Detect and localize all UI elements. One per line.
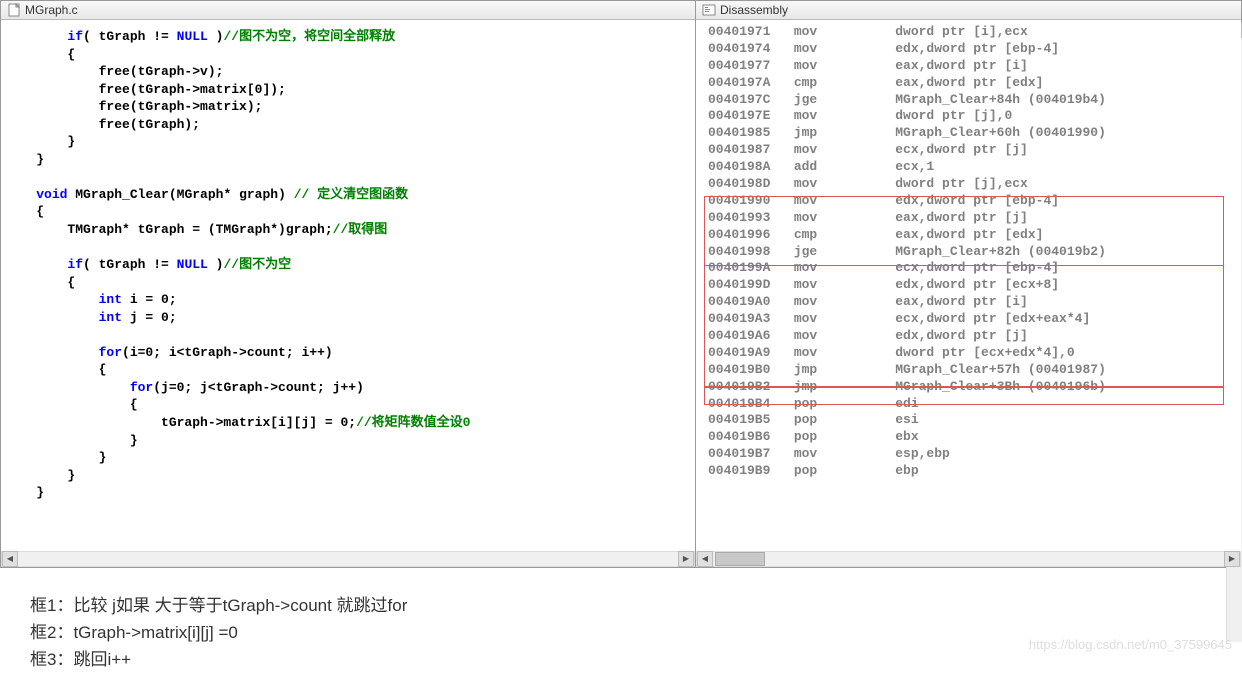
disasm-line: 0040198D mov dword ptr [j],ecx [708, 176, 1229, 193]
code-line: } [5, 484, 691, 502]
scroll-right-icon[interactable]: ▶ [678, 551, 694, 567]
disasm-line: 004019A3 mov ecx,dword ptr [edx+eax*4] [708, 311, 1229, 328]
code-line: { [5, 274, 691, 292]
source-code-area[interactable]: if( tGraph != NULL )//图不为空，将空间全部释放 { fre… [1, 20, 695, 551]
code-line: } [5, 449, 691, 467]
code-line: } [5, 151, 691, 169]
scroll-left-icon[interactable]: ◀ [2, 551, 18, 567]
disasm-line: 004019B7 mov esp,ebp [708, 446, 1229, 463]
code-line: free(tGraph); [5, 116, 691, 134]
code-line: { [5, 361, 691, 379]
code-line: tGraph->matrix[i][j] = 0;//将矩阵数值全设0 [5, 414, 691, 432]
code-line: { [5, 396, 691, 414]
code-line: { [5, 46, 691, 64]
disasm-line: 00401974 mov edx,dword ptr [ebp-4] [708, 41, 1229, 58]
c-file-icon [7, 3, 21, 17]
horizontal-scrollbar-right[interactable]: ◀ ▶ [696, 551, 1241, 567]
code-line: free(tGraph->matrix); [5, 98, 691, 116]
disasm-line: 00401996 cmp eax,dword ptr [edx] [708, 227, 1229, 244]
disasm-line: 00401993 mov eax,dword ptr [j] [708, 210, 1229, 227]
disasm-line: 0040197E mov dword ptr [j],0 [708, 108, 1229, 125]
disasm-line: 00401990 mov edx,dword ptr [ebp-4] [708, 193, 1229, 210]
code-line: free(tGraph->matrix[0]); [5, 81, 691, 99]
code-line: if( tGraph != NULL )//图不为空，将空间全部释放 [5, 28, 691, 46]
code-line [5, 326, 691, 344]
scrollbar-thumb[interactable] [715, 552, 765, 566]
source-panel-title: MGraph.c [25, 3, 78, 17]
code-line: } [5, 133, 691, 151]
code-line: int j = 0; [5, 309, 691, 327]
disasm-line: 0040198A add ecx,1 [708, 159, 1229, 176]
code-line: { [5, 203, 691, 221]
code-line: void MGraph_Clear(MGraph* graph) // 定义清空… [5, 186, 691, 204]
source-panel-header: MGraph.c [1, 1, 695, 20]
disasm-line: 0040197C jge MGraph_Clear+84h (004019b4) [708, 92, 1229, 109]
scroll-right-icon[interactable]: ▶ [1224, 551, 1240, 567]
disassembly-area[interactable]: 00401971 mov dword ptr [i],ecx00401974 m… [696, 20, 1241, 551]
disasm-line: 00401998 jge MGraph_Clear+82h (004019b2) [708, 244, 1229, 261]
code-line: } [5, 467, 691, 485]
annotation-text: 框1：比较 j如果 大于等于tGraph->count 就跳过for 框2：tG… [0, 574, 1242, 674]
disasm-line: 0040197A cmp eax,dword ptr [edx] [708, 75, 1229, 92]
horizontal-scrollbar[interactable]: ◀ ▶ [1, 551, 695, 567]
disasm-line: 00401977 mov eax,dword ptr [i] [708, 58, 1229, 75]
code-line: if( tGraph != NULL )//图不为空 [5, 256, 691, 274]
disasm-line: 004019A0 mov eax,dword ptr [i] [708, 294, 1229, 311]
code-line: for(j=0; j<tGraph->count; j++) [5, 379, 691, 397]
code-line: for(i=0; i<tGraph->count; i++) [5, 344, 691, 362]
disasm-line: 004019B5 pop esi [708, 412, 1229, 429]
disassembly-icon [702, 3, 716, 17]
disasm-line: 0040199A mov ecx,dword ptr [ebp-4] [708, 260, 1229, 277]
disasm-line: 004019B4 pop edi [708, 396, 1229, 413]
watermark-text: https://blog.csdn.net/m0_37599645 [1029, 637, 1232, 652]
code-line: int i = 0; [5, 291, 691, 309]
disasm-line: 004019B0 jmp MGraph_Clear+57h (00401987) [708, 362, 1229, 379]
source-panel: MGraph.c if( tGraph != NULL )//图不为空，将空间全… [1, 1, 696, 567]
code-line: free(tGraph->v); [5, 63, 691, 81]
disasm-line: 004019A9 mov dword ptr [ecx+edx*4],0 [708, 345, 1229, 362]
disasm-line: 0040199D mov edx,dword ptr [ecx+8] [708, 277, 1229, 294]
disasm-line: 004019A6 mov edx,dword ptr [j] [708, 328, 1229, 345]
code-line [5, 239, 691, 257]
disassembly-panel: Disassembly 00401971 mov dword ptr [i],e… [696, 1, 1241, 567]
disasm-line: 004019B2 jmp MGraph_Clear+3Bh (0040196b) [708, 379, 1229, 396]
disassembly-panel-header: Disassembly [696, 1, 1241, 20]
disassembly-panel-title: Disassembly [720, 3, 788, 17]
annotation-line: 框1：比较 j如果 大于等于tGraph->count 就跳过for [30, 592, 1212, 619]
disasm-line: 00401987 mov ecx,dword ptr [j] [708, 142, 1229, 159]
scroll-left-icon[interactable]: ◀ [697, 551, 713, 567]
disasm-line: 004019B6 pop ebx [708, 429, 1229, 446]
code-line [5, 168, 691, 186]
code-line: } [5, 432, 691, 450]
ide-container: MGraph.c if( tGraph != NULL )//图不为空，将空间全… [0, 0, 1242, 568]
disasm-line: 00401985 jmp MGraph_Clear+60h (00401990) [708, 125, 1229, 142]
disasm-line: 00401971 mov dword ptr [i],ecx [708, 24, 1229, 41]
code-line: TMGraph* tGraph = (TMGraph*)graph;//取得图 [5, 221, 691, 239]
disasm-line: 004019B9 pop ebp [708, 463, 1229, 480]
